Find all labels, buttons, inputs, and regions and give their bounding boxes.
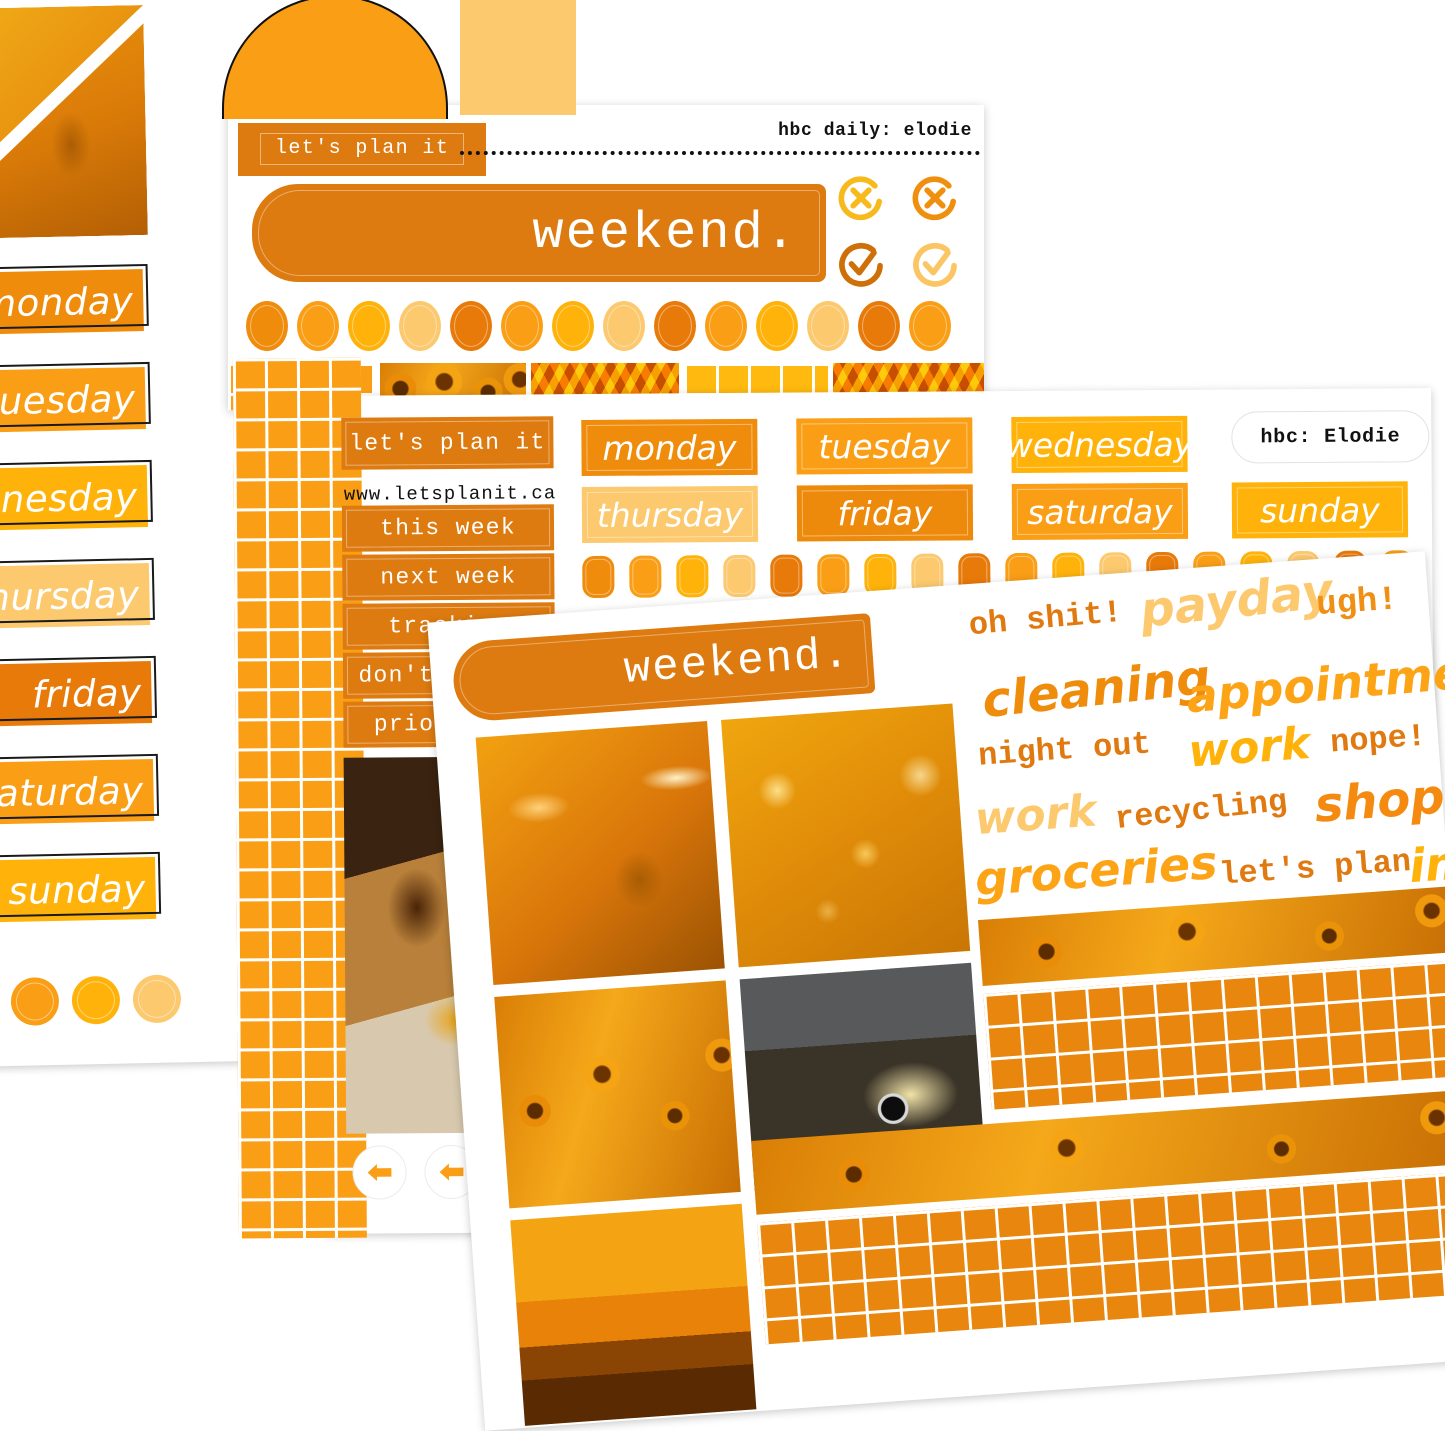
menu-sticker-this-week[interactable]: this week xyxy=(341,504,555,552)
left-arrow-icon[interactable] xyxy=(352,1145,407,1200)
day-sticker-tuesday[interactable]: tuesday xyxy=(796,417,973,475)
status-icon-grid[interactable] xyxy=(826,167,970,295)
sunflower-field-photo[interactable] xyxy=(494,980,741,1209)
dashed-divider xyxy=(460,151,980,155)
weekend-header-sticker[interactable]: weekend. xyxy=(252,184,826,282)
day-outline xyxy=(0,557,155,626)
day-sticker-friday[interactable]: friday xyxy=(0,655,160,732)
corner-label: hbc daily: elodie xyxy=(778,121,972,141)
word-sticker-work[interactable]: work xyxy=(1187,718,1312,778)
word-sticker-appointment[interactable]: appointment xyxy=(1184,640,1445,723)
day-outline xyxy=(0,459,153,528)
dot-sticker[interactable] xyxy=(501,301,543,351)
day-sticker-saturday[interactable]: saturday xyxy=(0,753,162,830)
day-sticker-sunday[interactable]: sunday xyxy=(0,851,164,928)
brand-tag-label: let's plan it xyxy=(275,137,450,160)
day-label: monday xyxy=(602,427,737,468)
day-label: thursday xyxy=(596,494,744,535)
dot-sticker-row[interactable] xyxy=(246,301,951,351)
word-sticker-night-out[interactable]: night out xyxy=(977,725,1152,774)
brand-tag-label: let's plan it xyxy=(349,429,546,457)
dot-sticker[interactable] xyxy=(297,301,339,351)
brand-tag[interactable]: let's plan it xyxy=(341,416,554,470)
brand-tag[interactable]: let's plan it xyxy=(238,123,487,176)
word-sticker-nope[interactable]: nope! xyxy=(1329,718,1427,762)
word-sticker-oh-shit[interactable]: oh shit! xyxy=(967,594,1123,645)
day-sticker-sunday[interactable]: sunday xyxy=(1231,481,1409,539)
dot-sticker[interactable] xyxy=(71,975,121,1025)
dot-sticker[interactable] xyxy=(909,301,951,351)
dot-sticker[interactable] xyxy=(705,301,747,351)
dot-sticker[interactable] xyxy=(654,301,696,351)
day-outline xyxy=(0,753,160,822)
day-sticker-friday[interactable]: friday xyxy=(796,484,974,542)
word-sticker-shopping[interactable]: shopping xyxy=(1313,760,1445,834)
circle-check-icon[interactable] xyxy=(900,233,970,295)
autumn-leaves-photo[interactable] xyxy=(475,721,725,985)
day-label: sunday xyxy=(1259,489,1380,530)
rect-sticker[interactable] xyxy=(723,554,756,598)
dot-sticker[interactable] xyxy=(348,301,390,351)
word-sticker-groceries[interactable]: groceries xyxy=(973,835,1219,906)
triangle-photo-pair xyxy=(0,5,148,240)
dot-sticker[interactable] xyxy=(807,301,849,351)
word-sticker-ugh[interactable]: ugh! xyxy=(1315,581,1399,625)
menu-label: this week xyxy=(379,514,517,542)
day-outline xyxy=(0,655,158,724)
day-outline xyxy=(0,851,162,919)
day-sticker-tuesday[interactable]: tuesday xyxy=(0,361,154,438)
day-sticker-thursday[interactable]: thursday xyxy=(581,485,759,544)
word-sticker-payday[interactable]: payday xyxy=(1137,563,1335,639)
day-sticker-wednesday[interactable]: wednesday xyxy=(1006,415,1193,474)
sunset-clouds-photo[interactable] xyxy=(510,1203,757,1426)
rect-sticker[interactable] xyxy=(629,555,662,598)
dot-sticker[interactable] xyxy=(132,974,182,1024)
website-url: www.letsplanit.ca xyxy=(343,482,557,506)
dot-sticker[interactable] xyxy=(858,301,900,351)
dot-sticker[interactable] xyxy=(246,301,288,351)
menu-label: next week xyxy=(380,563,517,591)
hbc-label: hbc: Elodie xyxy=(1260,424,1401,449)
dot-sticker[interactable] xyxy=(756,301,798,351)
hbc-name-tag[interactable]: hbc: Elodie xyxy=(1231,410,1430,464)
word-sticker-work-2[interactable]: work xyxy=(973,785,1098,845)
weekend-label: weekend. xyxy=(532,203,798,263)
rect-sticker[interactable] xyxy=(817,554,850,597)
day-label: friday xyxy=(837,493,933,533)
grid-washi-strip[interactable] xyxy=(983,960,1445,1110)
dot-sticker[interactable] xyxy=(552,301,594,351)
day-sticker-monday[interactable]: monday xyxy=(0,263,152,340)
rect-sticker[interactable] xyxy=(770,554,803,597)
circle-check-icon[interactable] xyxy=(826,233,896,295)
day-label: wednesday xyxy=(1005,424,1194,465)
dot-sticker-row[interactable] xyxy=(0,974,182,1027)
word-sticker-recycling[interactable]: recycling xyxy=(1113,783,1289,838)
menu-sticker-next-week[interactable]: next week xyxy=(342,553,555,601)
weekend-header-sticker[interactable]: weekend. xyxy=(450,613,876,723)
day-sticker-monday[interactable]: monday xyxy=(581,418,758,477)
rect-sticker[interactable] xyxy=(676,555,709,598)
dot-sticker[interactable] xyxy=(399,301,441,351)
word-sticker-lets-plan[interactable]: let's plan xyxy=(1218,843,1412,894)
dot-sticker[interactable] xyxy=(10,976,60,1026)
day-label: tuesday xyxy=(818,425,951,466)
dot-sticker[interactable] xyxy=(450,301,492,351)
rect-sticker[interactable] xyxy=(582,555,615,599)
front-sticker-sheet[interactable]: weekend. oh shit! payday ugh! cleaning a… xyxy=(427,551,1445,1431)
dot-sticker[interactable] xyxy=(603,301,645,351)
day-outline xyxy=(0,263,149,332)
day-sticker-wednesday[interactable]: wednesday xyxy=(0,459,156,536)
circle-x-icon[interactable] xyxy=(826,167,896,229)
yellow-bokeh-photo[interactable] xyxy=(721,703,971,968)
day-sticker-thursday[interactable]: thursday xyxy=(0,557,158,634)
word-sticker-cleaning[interactable]: cleaning xyxy=(979,649,1213,729)
day-sticker-saturday[interactable]: saturday xyxy=(1011,482,1189,541)
word-sticker-im[interactable]: im xyxy=(1407,835,1445,893)
day-label: saturday xyxy=(1026,491,1173,532)
rect-sticker-peach[interactable] xyxy=(460,0,576,115)
day-outline xyxy=(0,361,151,430)
circle-x-icon[interactable] xyxy=(900,167,970,229)
